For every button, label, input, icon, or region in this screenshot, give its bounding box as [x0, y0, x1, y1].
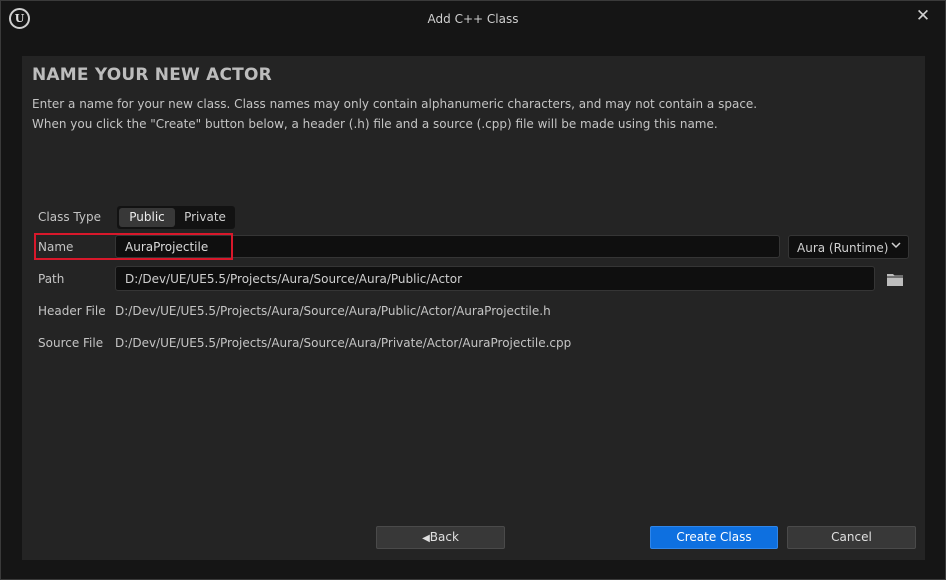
- back-button[interactable]: ◀Back: [376, 526, 505, 549]
- class-type-public-button[interactable]: Public: [119, 208, 175, 227]
- path-input[interactable]: D:/Dev/UE/UE5.5/Projects/Aura/Source/Aur…: [115, 266, 875, 291]
- chevron-down-icon: [891, 242, 901, 249]
- description-line-2: When you click the "Create" button below…: [32, 117, 718, 131]
- module-value: Aura (Runtime): [797, 241, 889, 255]
- class-name-value: AuraProjectile: [125, 240, 209, 254]
- window-title: Add C++ Class: [427, 12, 519, 26]
- class-type-private-button[interactable]: Private: [177, 208, 233, 227]
- content-panel: NAME YOUR NEW ACTOR Enter a name for you…: [22, 56, 925, 560]
- name-label: Name: [38, 240, 74, 254]
- page-title: NAME YOUR NEW ACTOR: [32, 65, 272, 85]
- source-file-value: D:/Dev/UE/UE5.5/Projects/Aura/Source/Aur…: [115, 336, 572, 350]
- dialog-window: U Add C++ Class ✕ NAME YOUR NEW ACTOR En…: [0, 0, 946, 580]
- path-value: D:/Dev/UE/UE5.5/Projects/Aura/Source/Aur…: [125, 272, 463, 286]
- class-type-label: Class Type: [38, 210, 101, 224]
- close-icon[interactable]: ✕: [913, 6, 933, 26]
- module-dropdown[interactable]: Aura (Runtime): [788, 235, 909, 259]
- path-label: Path: [38, 272, 65, 286]
- folder-icon[interactable]: [886, 272, 904, 287]
- create-class-button[interactable]: Create Class: [650, 526, 778, 549]
- title-bar: U Add C++ Class ✕: [1, 1, 945, 39]
- cancel-button[interactable]: Cancel: [787, 526, 916, 549]
- source-file-label: Source File: [38, 336, 104, 350]
- back-button-label: Back: [429, 530, 459, 544]
- header-file-value: D:/Dev/UE/UE5.5/Projects/Aura/Source/Aur…: [115, 304, 551, 318]
- class-name-input[interactable]: AuraProjectile: [115, 235, 780, 258]
- chevron-left-icon: ◀: [422, 533, 430, 544]
- header-file-label: Header File: [38, 304, 106, 318]
- description-line-1: Enter a name for your new class. Class n…: [32, 97, 758, 111]
- class-type-toggle: Public Private: [117, 206, 235, 229]
